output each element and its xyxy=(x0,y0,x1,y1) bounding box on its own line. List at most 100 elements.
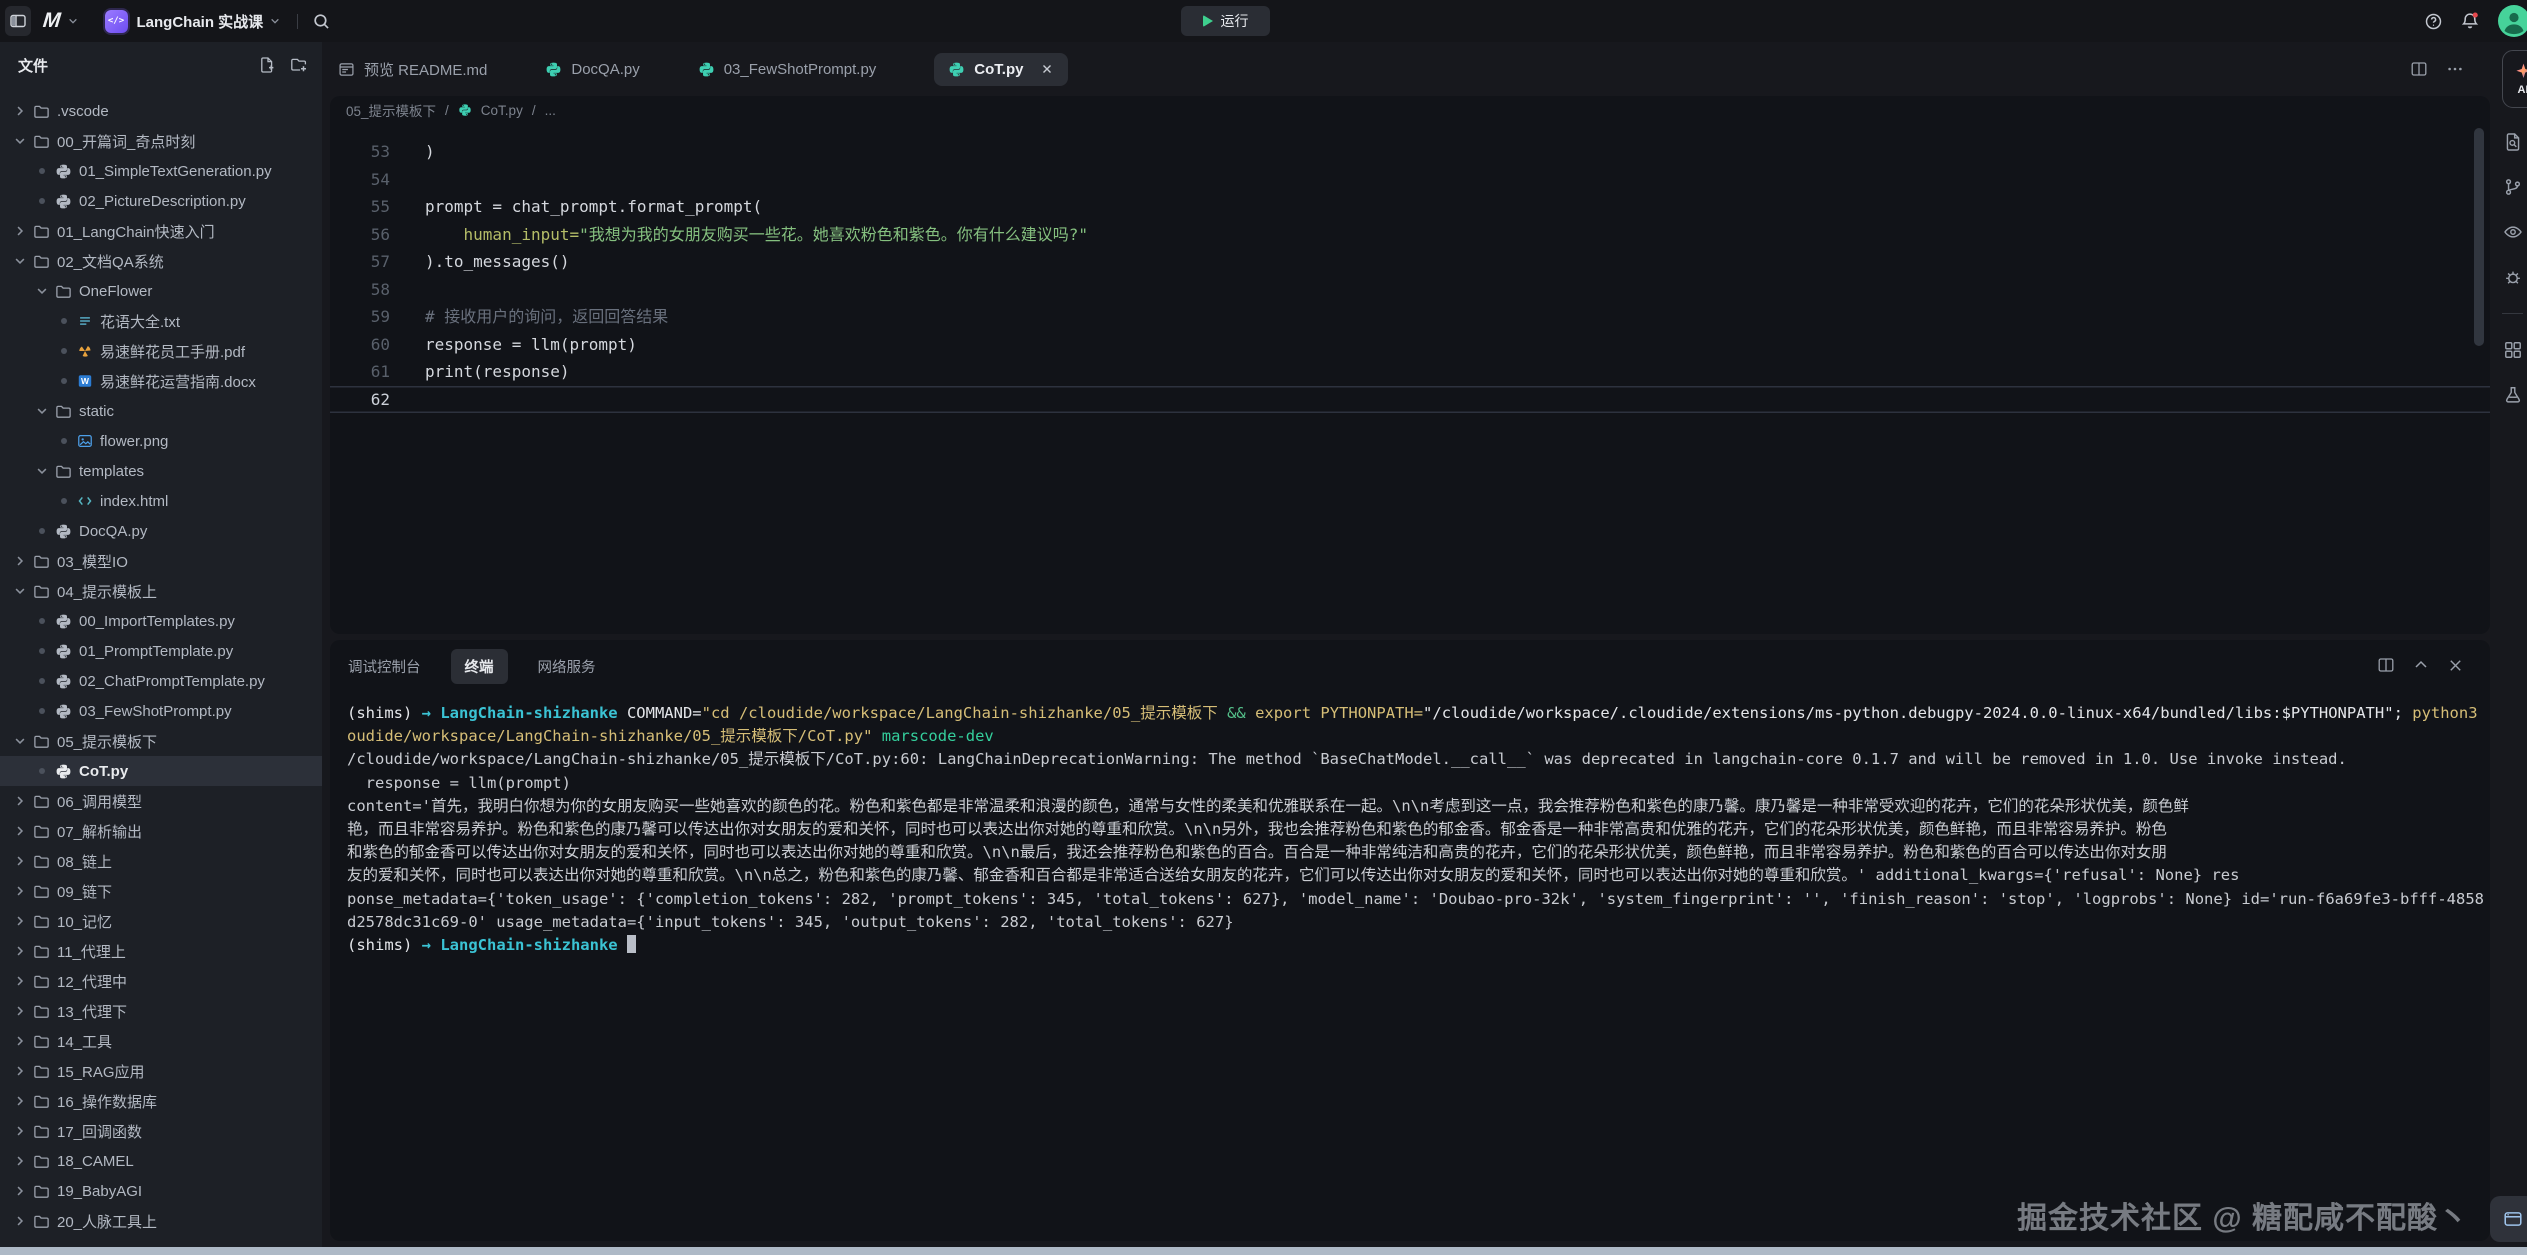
code-line[interactable]: 57).to_messages() xyxy=(330,248,2490,276)
tree-item[interactable]: 08_链上 xyxy=(0,846,322,876)
code-segment: "我想为我的女朋友购买一些花。她喜欢粉色和紫色。你有什么建议吗?" xyxy=(579,225,1088,244)
extensions-button[interactable] xyxy=(2502,339,2524,361)
code-line[interactable]: 61print(response) xyxy=(330,358,2490,386)
workspace-menu-button[interactable] xyxy=(269,15,281,27)
marscode-logo: M xyxy=(42,9,62,33)
line-number[interactable]: 61 xyxy=(330,358,400,386)
tree-item[interactable]: 14_工具 xyxy=(0,1026,322,1056)
tree-item[interactable]: 18_CAMEL xyxy=(0,1146,322,1176)
tree-item[interactable]: static xyxy=(0,396,322,426)
terminal-output[interactable]: (shims) → LangChain-shizhanke COMMAND="c… xyxy=(330,692,2490,1241)
close-icon[interactable] xyxy=(1040,62,1054,76)
logo-menu-button[interactable] xyxy=(67,15,79,27)
notifications-button[interactable] xyxy=(2460,11,2480,31)
code-line[interactable]: 56 human_input="我想为我的女朋友购买一些花。她喜欢粉色和紫色。你… xyxy=(330,221,2490,249)
tree-item[interactable]: 00_ImportTemplates.py xyxy=(0,606,322,636)
line-number[interactable]: 53 xyxy=(330,138,400,166)
split-editor-icon[interactable] xyxy=(2410,60,2428,78)
tree-item[interactable]: 03_FewShotPrompt.py xyxy=(0,696,322,726)
code-editor[interactable]: 53)5455prompt = chat_prompt.format_promp… xyxy=(330,124,2490,634)
more-actions-icon[interactable] xyxy=(2446,60,2464,78)
panel-tab[interactable]: 网络服务 xyxy=(538,656,596,677)
breadcrumb-file[interactable]: CoT.py xyxy=(481,103,523,118)
tree-item[interactable]: flower.png xyxy=(0,426,322,456)
tree-item[interactable]: templates xyxy=(0,456,322,486)
code-line[interactable]: 54 xyxy=(330,166,2490,194)
tree-item[interactable]: index.html xyxy=(0,486,322,516)
tree-item[interactable]: 13_代理下 xyxy=(0,996,322,1026)
search-button[interactable] xyxy=(312,12,331,31)
new-folder-icon[interactable] xyxy=(290,56,308,74)
split-panel-icon[interactable] xyxy=(2377,656,2395,674)
breadcrumb-folder[interactable]: 05_提示模板下 xyxy=(346,100,436,120)
code-line[interactable]: 58 xyxy=(330,276,2490,304)
line-number[interactable]: 62 xyxy=(330,386,400,414)
tree-item[interactable]: 09_链下 xyxy=(0,876,322,906)
file-search-button[interactable] xyxy=(2502,131,2524,153)
line-number[interactable]: 57 xyxy=(330,248,400,276)
tree-item[interactable]: 花语大全.txt xyxy=(0,306,322,336)
line-number[interactable]: 59 xyxy=(330,303,400,331)
tree-item[interactable]: 02_PictureDescription.py xyxy=(0,186,322,216)
tree-item[interactable]: 02_文档QA系统 xyxy=(0,246,322,276)
tree-item[interactable]: 20_人脉工具上 xyxy=(0,1206,322,1236)
tree-item[interactable]: 07_解析输出 xyxy=(0,816,322,846)
tree-item[interactable]: 15_RAG应用 xyxy=(0,1056,322,1086)
editor-tab[interactable]: 预览 README.md xyxy=(338,59,487,80)
workspace-badge: </> xyxy=(105,10,128,33)
code-line[interactable]: 60response = llm(prompt) xyxy=(330,331,2490,359)
maximize-panel-icon[interactable] xyxy=(2412,656,2430,674)
tree-item[interactable]: CoT.py xyxy=(0,756,322,786)
tree-item[interactable]: 01_PromptTemplate.py xyxy=(0,636,322,666)
tree-item[interactable]: .vscode xyxy=(0,96,322,126)
code-line[interactable]: 62 xyxy=(330,386,2490,414)
git-branch-button[interactable] xyxy=(2502,176,2524,198)
line-number[interactable]: 54 xyxy=(330,166,400,194)
tree-item[interactable]: 02_ChatPromptTemplate.py xyxy=(0,666,322,696)
breadcrumb[interactable]: 05_提示模板下 / CoT.py / ... xyxy=(330,96,2490,124)
code-line[interactable]: 59# 接收用户的询问，返回回答结果 xyxy=(330,303,2490,331)
editor-scrollbar[interactable] xyxy=(2474,128,2484,346)
tree-item[interactable]: 01_LangChain快速入门 xyxy=(0,216,322,246)
tree-item[interactable]: 04_提示模板上 xyxy=(0,576,322,606)
tree-item[interactable]: 06_调用模型 xyxy=(0,786,322,816)
panel-tab[interactable]: 终端 xyxy=(451,649,508,684)
line-number[interactable]: 60 xyxy=(330,331,400,359)
tree-item[interactable]: 11_代理上 xyxy=(0,936,322,966)
tree-item[interactable]: OneFlower xyxy=(0,276,322,306)
tree-item[interactable]: W易速鲜花运营指南.docx xyxy=(0,366,322,396)
line-number[interactable]: 58 xyxy=(330,276,400,304)
editor-tab[interactable]: 03_FewShotPrompt.py xyxy=(698,61,877,78)
editor-tab[interactable]: CoT.py xyxy=(934,53,1068,86)
close-panel-icon[interactable] xyxy=(2447,657,2464,674)
sidebar-toggle-button[interactable] xyxy=(5,6,31,36)
help-button[interactable] xyxy=(2424,12,2443,31)
tree-item[interactable]: 19_BabyAGI xyxy=(0,1176,322,1206)
user-avatar[interactable] xyxy=(2497,4,2527,38)
tree-item[interactable]: 03_模型IO xyxy=(0,546,322,576)
breadcrumb-more[interactable]: ... xyxy=(545,103,556,118)
tree-item[interactable]: 05_提示模板下 xyxy=(0,726,322,756)
tree-item[interactable]: 00_开篇词_奇点时刻 xyxy=(0,126,322,156)
line-number[interactable]: 56 xyxy=(330,221,400,249)
run-button[interactable]: 运行 xyxy=(1181,6,1270,36)
flask-button[interactable] xyxy=(2502,384,2524,406)
panel-tab[interactable]: 调试控制台 xyxy=(348,656,421,677)
tree-item[interactable]: 16_操作数据库 xyxy=(0,1086,322,1116)
new-file-icon[interactable] xyxy=(258,56,276,74)
tree-item[interactable]: 10_记忆 xyxy=(0,906,322,936)
line-number[interactable]: 55 xyxy=(330,193,400,221)
tree-item[interactable]: DocQA.py xyxy=(0,516,322,546)
tree-item[interactable]: 01_SimpleTextGeneration.py xyxy=(0,156,322,186)
ai-assistant-button[interactable]: AI xyxy=(2502,50,2527,108)
editor-tab[interactable]: DocQA.py xyxy=(545,61,639,78)
workspace-name[interactable]: LangChain 实战课 xyxy=(137,11,264,32)
eye-button[interactable] xyxy=(2502,221,2524,243)
tree-item[interactable]: 17_回调函数 xyxy=(0,1116,322,1146)
bug-button[interactable] xyxy=(2502,266,2524,288)
code-line[interactable]: 55prompt = chat_prompt.format_prompt( xyxy=(330,193,2490,221)
corner-widget-button[interactable] xyxy=(2490,1196,2527,1242)
tree-item[interactable]: 易速鲜花员工手册.pdf xyxy=(0,336,322,366)
tree-item[interactable]: 12_代理中 xyxy=(0,966,322,996)
code-line[interactable]: 53) xyxy=(330,138,2490,166)
